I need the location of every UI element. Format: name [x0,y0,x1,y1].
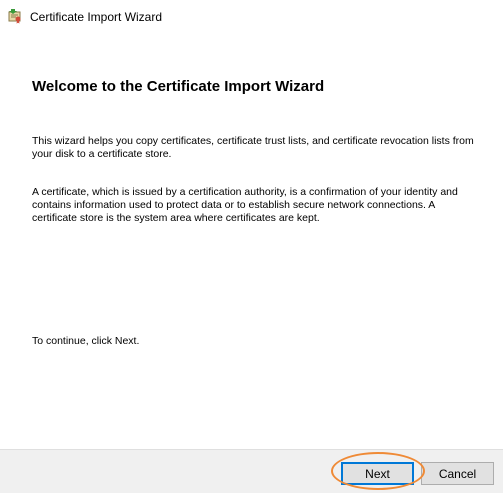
continue-instruction: To continue, click Next. [32,335,140,347]
intro-paragraph: This wizard helps you copy certificates,… [32,135,474,160]
wizard-window: Certificate Import Wizard Welcome to the… [0,0,503,493]
button-bar: Next Cancel [0,449,503,493]
page-title: Welcome to the Certificate Import Wizard [32,78,325,95]
title-bar: Certificate Import Wizard [0,0,503,34]
window-title: Certificate Import Wizard [30,10,163,24]
certificate-wizard-icon [8,8,24,24]
certificate-description-paragraph: A certificate, which is issued by a cert… [32,186,458,224]
cancel-button[interactable]: Cancel [421,462,494,485]
next-button[interactable]: Next [341,462,414,485]
